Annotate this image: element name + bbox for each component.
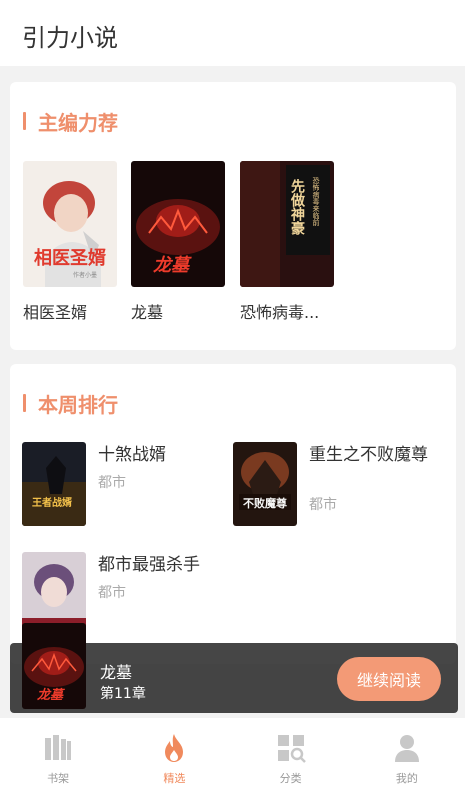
rank-item[interactable]: 王者战婿 十煞战婿 都市 — [22, 442, 232, 526]
tab-me[interactable]: 我的 — [349, 718, 465, 800]
book-title[interactable]: 相医圣婿 — [23, 299, 119, 323]
cover-author: 作者小墨 — [73, 271, 97, 279]
tab-featured[interactable]: 精选 — [116, 718, 232, 800]
user-icon — [394, 735, 419, 762]
book-cover[interactable]: 相医圣婿 作者小墨 — [23, 161, 117, 287]
ranking-section-title: 本周排行 — [23, 392, 118, 417]
cover-title: 龙墓 — [153, 255, 192, 276]
book-item[interactable]: 恐怖病毒来临前 先做神豪 恐怖病毒... — [240, 161, 336, 323]
book-item[interactable]: 相医圣婿 作者小墨 相医圣婿 — [23, 161, 119, 323]
continue-reading-title: 龙墓 — [100, 663, 133, 682]
book-title[interactable]: 重生之不败魔尊 — [309, 444, 439, 466]
cover-sub: 恐怖病毒来临前 — [312, 177, 320, 227]
book-title[interactable]: 都市最强杀手 — [98, 554, 228, 576]
continue-reading-cover[interactable]: 龙墓 — [22, 623, 86, 709]
cover-title: 王者战婿 — [32, 496, 73, 509]
tab-label: 分类 — [279, 772, 302, 785]
cover-title: 相医圣婿 — [34, 247, 106, 269]
book-title[interactable]: 恐怖病毒... — [240, 299, 336, 323]
tab-label: 我的 — [395, 772, 418, 785]
recommend-section-title: 主编力荐 — [23, 110, 118, 135]
book-cover[interactable]: 王者战婿 — [22, 442, 86, 526]
book-title[interactable]: 龙墓 — [131, 299, 227, 323]
cover-title: 先做神豪 — [289, 178, 306, 236]
continue-reading-chapter: 第11章 — [100, 686, 146, 702]
tab-category[interactable]: 分类 — [233, 718, 349, 800]
book-category: 都市 — [98, 585, 126, 601]
continue-reading-button[interactable]: 继续阅读 — [337, 657, 441, 701]
book-category: 都市 — [98, 475, 126, 491]
section-bar — [23, 112, 26, 130]
continue-reading-bar[interactable]: 龙墓 龙墓 第11章 继续阅读 — [10, 623, 458, 713]
flame-icon — [165, 734, 184, 762]
book-cover[interactable]: 龙墓 — [131, 161, 225, 287]
book-category: 都市 — [309, 497, 337, 513]
tab-bookshelf[interactable]: 书架 — [0, 718, 116, 800]
book-title[interactable]: 十煞战婿 — [98, 444, 228, 466]
cover-title: 龙墓 — [36, 687, 66, 703]
section-title-text: 本周排行 — [38, 392, 118, 417]
rank-item[interactable]: 不败魔尊 重生之不败魔尊 都市 — [233, 442, 443, 526]
cover-title: 不败魔尊 — [243, 496, 287, 510]
tab-label: 精选 — [163, 772, 186, 785]
bookshelf-icon — [45, 735, 72, 760]
app-header: 引力小说 — [0, 0, 465, 66]
bottom-tab-bar: 书架 精选 分类 我的 — [0, 718, 465, 800]
section-bar — [23, 394, 26, 412]
book-cover[interactable]: 恐怖病毒来临前 先做神豪 — [240, 161, 334, 287]
book-cover[interactable]: 不败魔尊 — [233, 442, 297, 526]
recommend-section: 主编力荐 相医圣婿 作者小墨 相医圣婿 龙墓 龙墓 恐怖病毒来临前 先做神豪 恐… — [10, 82, 456, 350]
section-title-text: 主编力荐 — [38, 110, 118, 135]
ranking-section: 本周排行 王者战婿 十煞战婿 都市 不败魔尊 重生之不败魔尊 都市 都市最强杀手… — [10, 364, 456, 664]
book-item[interactable]: 龙墓 龙墓 — [131, 161, 227, 323]
tab-label: 书架 — [47, 772, 70, 785]
category-icon — [277, 735, 306, 763]
app-title: 引力小说 — [22, 24, 118, 52]
